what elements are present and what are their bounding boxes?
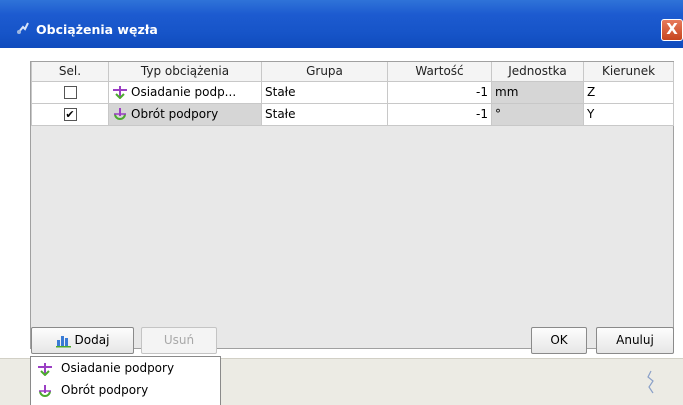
cell-value[interactable]: -1 bbox=[387, 102, 492, 126]
column-header-sel[interactable]: Sel. bbox=[31, 62, 109, 82]
support-settlement-icon bbox=[113, 86, 127, 100]
add-load-icon bbox=[55, 335, 71, 347]
cell-group[interactable]: Stałe bbox=[261, 102, 388, 126]
support-rotation-icon bbox=[39, 384, 51, 397]
load-type-label: Obrót podpory bbox=[131, 106, 219, 121]
menu-item-label: Osiadanie podpory bbox=[61, 361, 175, 375]
support-settlement-icon bbox=[38, 362, 52, 376]
ok-button[interactable]: OK bbox=[531, 327, 587, 354]
cell-value[interactable]: -1 bbox=[387, 80, 492, 104]
menu-item-label: Obrót podpory bbox=[61, 383, 149, 397]
table-row[interactable]: ✔ Obrót podpory Stałe -1 ° Y bbox=[31, 102, 674, 126]
table-row[interactable]: Osiadanie podp... Stałe -1 mm Z bbox=[31, 80, 674, 104]
table-header-row: Sel. Typ obciążenia Grupa Wartość Jednos… bbox=[31, 62, 674, 82]
column-header-unit[interactable]: Jednostka bbox=[491, 62, 584, 82]
support-rotation-icon bbox=[114, 108, 126, 121]
cell-unit: ° bbox=[491, 102, 584, 126]
cell-direction[interactable]: Z bbox=[583, 80, 674, 104]
add-button[interactable]: Dodaj bbox=[31, 327, 134, 354]
column-header-load-type[interactable]: Typ obciążenia bbox=[108, 62, 262, 82]
cancel-button-label: Anuluj bbox=[616, 333, 654, 347]
cell-load-type[interactable]: Obrót podpory bbox=[108, 102, 262, 126]
remove-button[interactable]: Usuń bbox=[141, 327, 217, 354]
ok-button-label: OK bbox=[550, 333, 568, 347]
cell-direction[interactable]: Y bbox=[583, 102, 674, 126]
close-button[interactable]: X bbox=[661, 19, 683, 41]
cell-unit: mm bbox=[491, 80, 584, 104]
close-icon: X bbox=[666, 20, 678, 38]
loads-table-frame: Sel. Typ obciążenia Grupa Wartość Jednos… bbox=[30, 61, 674, 349]
window-title: Obciążenia węzła bbox=[36, 22, 158, 37]
cell-group[interactable]: Stałe bbox=[261, 80, 388, 104]
add-load-menu: Osiadanie podpory Obrót podpory bbox=[30, 356, 221, 405]
column-header-direction[interactable]: Kierunek bbox=[583, 62, 674, 82]
remove-button-label: Usuń bbox=[163, 333, 195, 347]
cell-load-type[interactable]: Osiadanie podp... bbox=[108, 80, 262, 104]
column-header-group[interactable]: Grupa bbox=[261, 62, 388, 82]
resize-grip-icon[interactable] bbox=[645, 369, 657, 397]
dialog-body: Sel. Typ obciążenia Grupa Wartość Jednos… bbox=[0, 48, 683, 362]
menu-item-support-settlement[interactable]: Osiadanie podpory bbox=[31, 357, 220, 379]
select-checkbox[interactable]: ✔ bbox=[63, 108, 77, 121]
cell-sel[interactable] bbox=[31, 80, 109, 104]
load-type-label: Osiadanie podp... bbox=[131, 84, 237, 99]
cancel-button[interactable]: Anuluj bbox=[596, 327, 674, 354]
cell-sel[interactable]: ✔ bbox=[31, 102, 109, 126]
app-icon bbox=[17, 22, 29, 34]
add-button-label: Dodaj bbox=[74, 333, 110, 347]
loads-table: Sel. Typ obciążenia Grupa Wartość Jednos… bbox=[31, 62, 674, 126]
title-bar[interactable]: Obciążenia węzła X bbox=[0, 0, 683, 48]
menu-item-support-rotation[interactable]: Obrót podpory bbox=[31, 379, 220, 401]
select-checkbox[interactable] bbox=[63, 86, 77, 99]
column-header-value[interactable]: Wartość bbox=[387, 62, 492, 82]
